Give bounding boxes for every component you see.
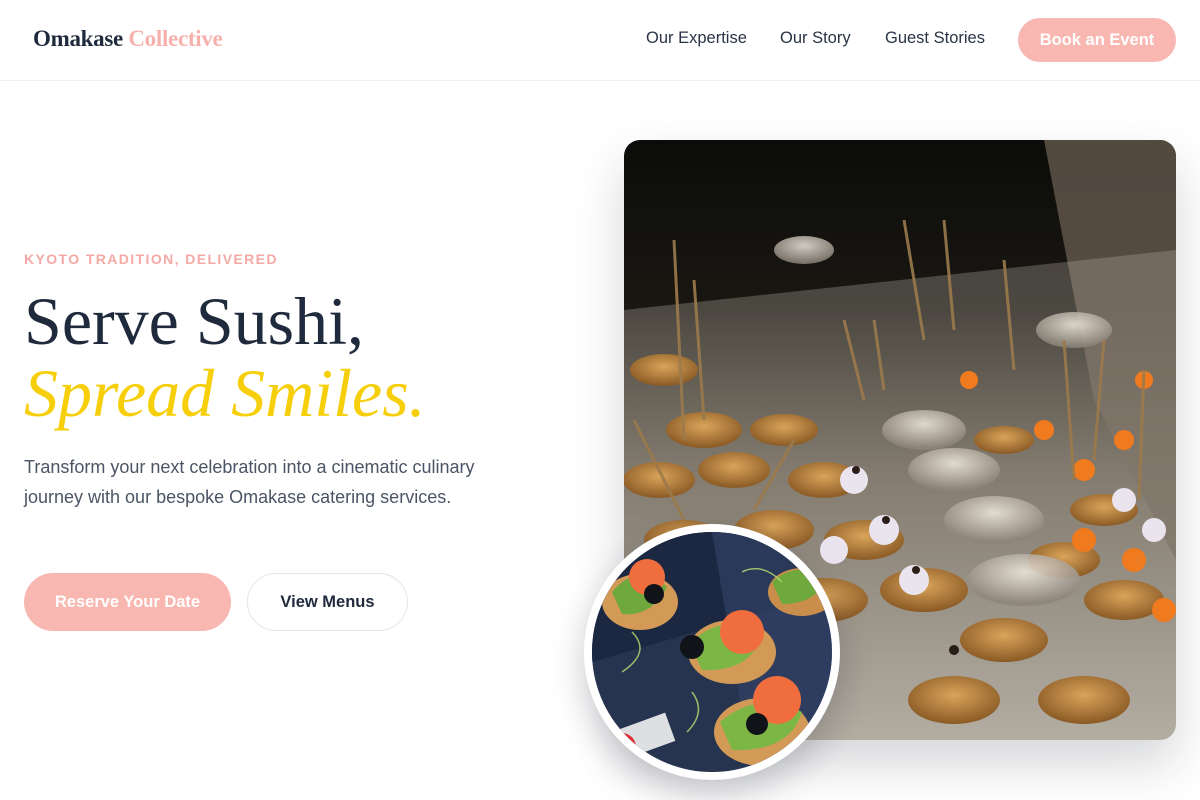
logo-accent: Collective (128, 26, 223, 51)
hero-headline-line2: Spread Smiles. (24, 355, 426, 431)
reserve-date-button[interactable]: Reserve Your Date (24, 573, 231, 631)
nav-our-story[interactable]: Our Story (780, 29, 851, 48)
book-event-button[interactable]: Book an Event (1018, 18, 1176, 62)
hero-eyebrow: KYOTO TRADITION, DELIVERED (24, 251, 278, 267)
hero-headline-line1: Serve Sushi, (24, 283, 364, 359)
nav-guest-stories[interactable]: Guest Stories (885, 29, 985, 48)
site-header: Omakase Collective Our Expertise Our Sto… (0, 0, 1200, 81)
sushi-bites-photo (584, 524, 840, 780)
nav-our-expertise[interactable]: Our Expertise (646, 29, 747, 48)
logo[interactable]: Omakase Collective (33, 26, 223, 52)
hero-lead: Transform your next celebration into a c… (24, 457, 475, 507)
logo-primary: Omakase (33, 26, 123, 51)
view-menus-button[interactable]: View Menus (247, 573, 408, 631)
